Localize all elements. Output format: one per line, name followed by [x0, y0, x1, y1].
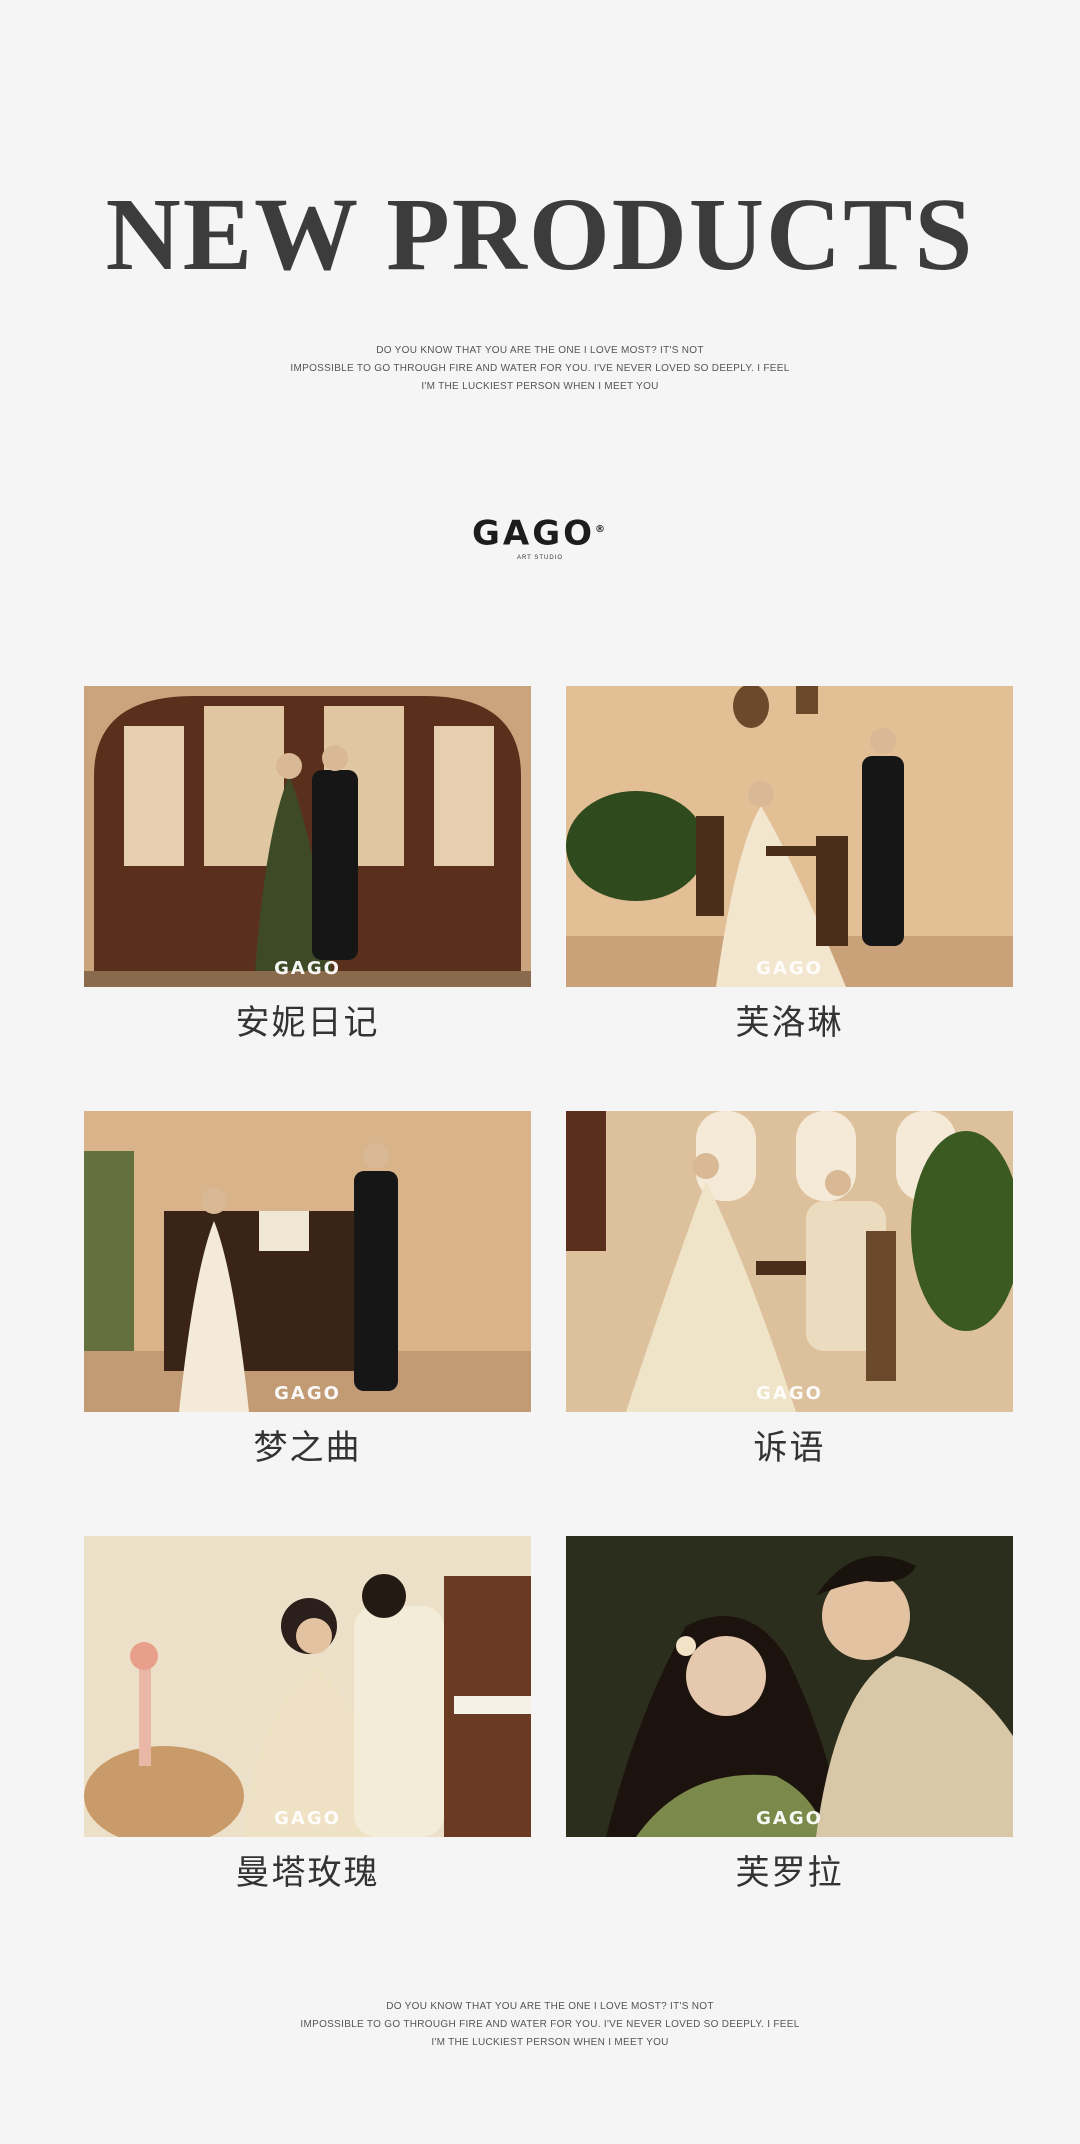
product-card[interactable]: GAGO 芙洛琳	[566, 686, 1013, 1045]
photo-illustration	[566, 1536, 1013, 1837]
tagline-line: DO YOU KNOW THAT YOU ARE THE ONE I LOVE …	[386, 2001, 714, 2012]
photo-watermark: GAGO	[756, 1383, 823, 1404]
footer-tagline: DO YOU KNOW THAT YOU ARE THE ONE I LOVE …	[300, 1998, 800, 2052]
product-card[interactable]: GAGO 曼塔玫瑰	[84, 1536, 531, 1895]
product-name: 安妮日记	[235, 1003, 380, 1043]
product-photo[interactable]: GAGO	[84, 1536, 531, 1837]
product-photo[interactable]: GAGO	[566, 1536, 1013, 1837]
photo-illustration	[566, 686, 1013, 987]
product-card[interactable]: GAGO 诉语	[566, 1111, 1013, 1470]
product-name: 梦之曲	[253, 1428, 362, 1468]
logo-subtitle: ART STUDIO	[516, 555, 564, 562]
photo-illustration	[84, 1111, 531, 1412]
page-title: NEW PRODUCTS	[105, 177, 975, 292]
product-name: 诉语	[753, 1428, 826, 1468]
product-photo[interactable]: GAGO	[84, 686, 531, 987]
product-name: 曼塔玫瑰	[235, 1853, 380, 1893]
tagline-line: I'M THE LUCKIEST PERSON WHEN I MEET YOU	[431, 2037, 669, 2048]
product-card[interactable]: GAGO 芙罗拉	[566, 1536, 1013, 1895]
product-photo[interactable]: GAGO	[84, 1111, 531, 1412]
photo-watermark: GAGO	[756, 1808, 823, 1829]
tagline-line: IMPOSSIBLE TO GO THROUGH FIRE AND WATER …	[300, 2019, 800, 2030]
brand-logo[interactable]: GAGO® ART STUDIO	[460, 510, 620, 570]
product-photo[interactable]: GAGO	[566, 1111, 1013, 1412]
photo-illustration	[84, 686, 531, 987]
product-card[interactable]: GAGO 安妮日记	[84, 686, 531, 1045]
photo-watermark: GAGO	[274, 1383, 341, 1404]
header-tagline: DO YOU KNOW THAT YOU ARE THE ONE I LOVE …	[290, 342, 790, 396]
photo-watermark: GAGO	[274, 958, 341, 979]
product-photo[interactable]: GAGO	[566, 686, 1013, 987]
product-name: 芙洛琳	[735, 1003, 844, 1043]
product-card[interactable]: GAGO 梦之曲	[84, 1111, 531, 1470]
tagline-line: IMPOSSIBLE TO GO THROUGH FIRE AND WATER …	[290, 363, 790, 374]
product-name: 芙罗拉	[735, 1853, 844, 1893]
logo-wordmark: GAGO®	[471, 513, 609, 554]
photo-watermark: GAGO	[274, 1808, 341, 1829]
product-page: NEW PRODUCTS DO YOU KNOW THAT YOU ARE TH…	[0, 0, 1080, 2144]
photo-illustration	[566, 1111, 1013, 1412]
tagline-line: I'M THE LUCKIEST PERSON WHEN I MEET YOU	[421, 381, 659, 392]
photo-illustration	[84, 1536, 531, 1837]
tagline-line: DO YOU KNOW THAT YOU ARE THE ONE I LOVE …	[376, 345, 704, 356]
photo-watermark: GAGO	[756, 958, 823, 979]
